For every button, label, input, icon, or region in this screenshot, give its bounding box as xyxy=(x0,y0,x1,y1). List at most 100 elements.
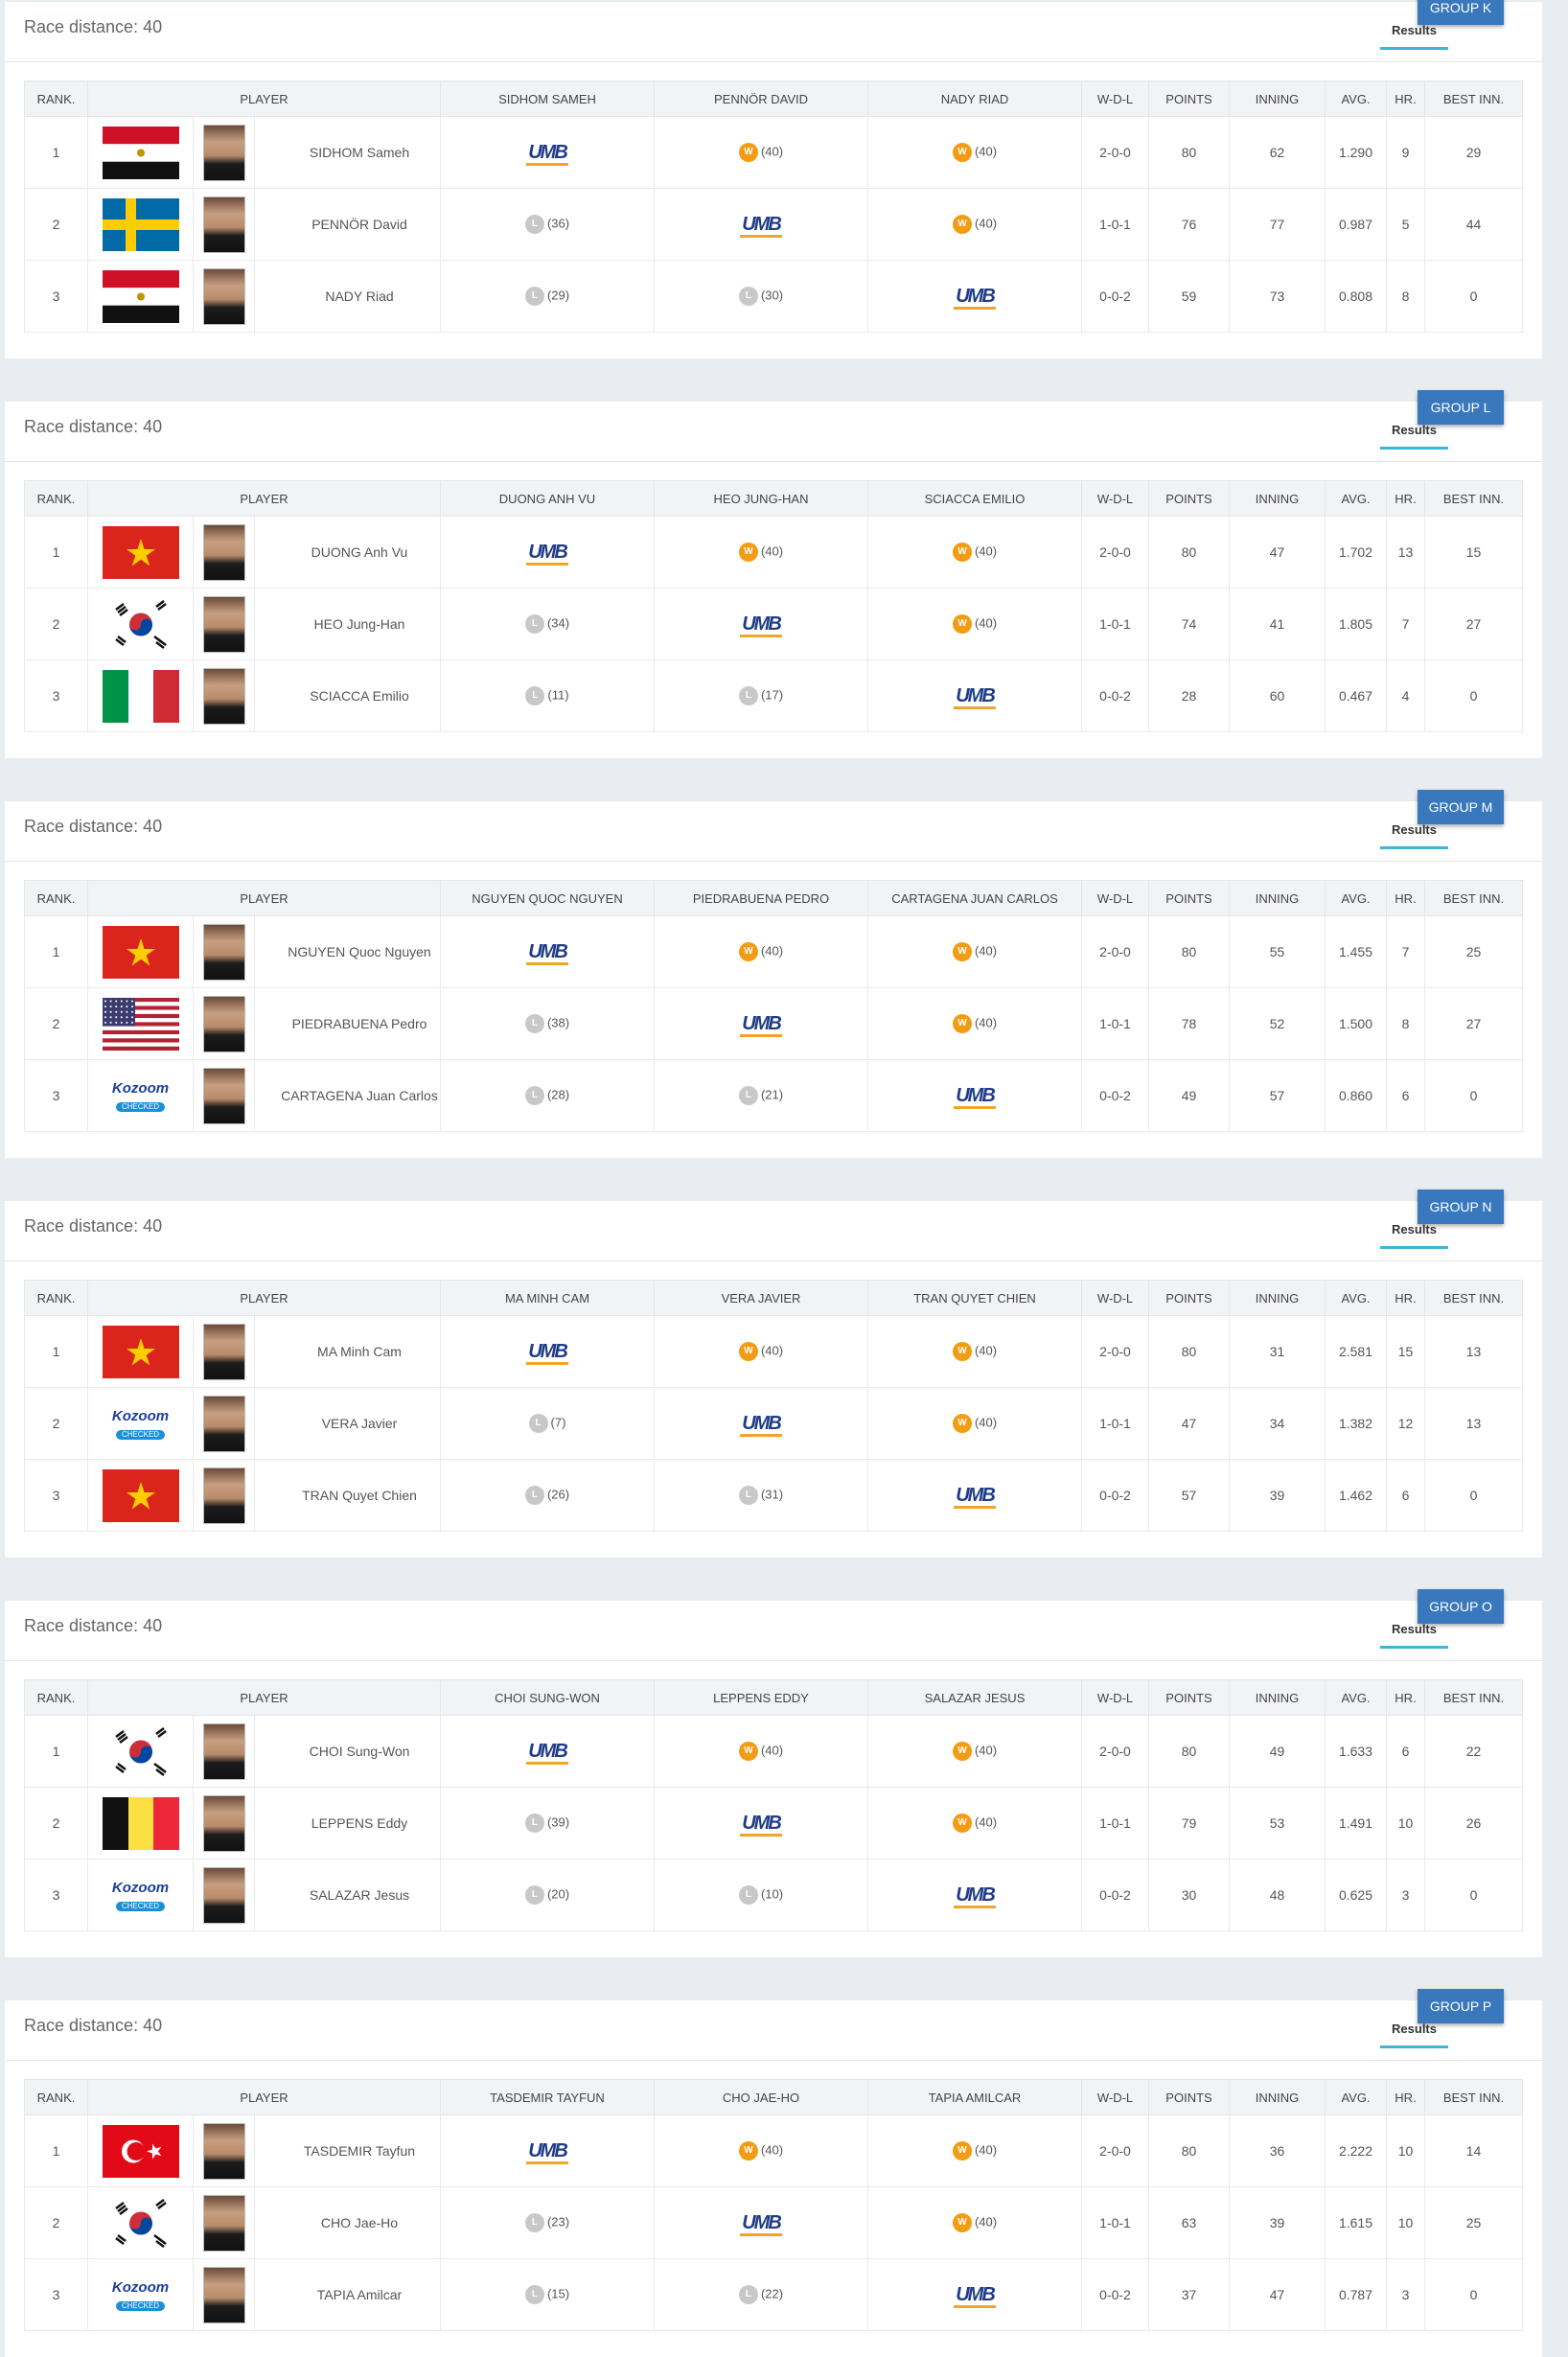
player-name-link[interactable]: VERA Javier xyxy=(254,1387,441,1460)
loss-badge-icon: L xyxy=(738,1086,758,1105)
standings-table: RANK. PLAYER SIDHOM SAMEH PENNÖR DAVID NADY … xyxy=(24,81,1523,333)
result-cell-3: W (40) xyxy=(867,1315,1082,1388)
wdl-cell: 2-0-0 xyxy=(1081,1715,1149,1788)
table-row: 2 LEPPENS Eddy L (39) UMB W (40) 1-0-1 79 53 1.491… xyxy=(24,1787,1523,1860)
col-inning: INNING xyxy=(1229,880,1326,916)
points-cell: 76 xyxy=(1148,188,1230,261)
match-score: (40) xyxy=(760,1743,784,1758)
rank-cell: 2 xyxy=(24,588,88,660)
inning-cell: 48 xyxy=(1229,1859,1326,1931)
inning-cell: 39 xyxy=(1229,2186,1326,2259)
player-name-link[interactable]: CARTAGENA Juan Carlos xyxy=(254,1059,441,1132)
win-badge-icon: W xyxy=(952,1342,972,1361)
group-card-4: Race distance: 40 Results GROUP O RANK. P… xyxy=(5,1589,1542,1957)
inning-cell: 77 xyxy=(1229,188,1326,261)
col-wdl: W-D-L xyxy=(1081,1280,1149,1316)
flag-cell xyxy=(87,516,194,589)
match-score: (40) xyxy=(760,943,784,959)
player-name-link[interactable]: TRAN Quyet Chien xyxy=(254,1459,441,1532)
match-score: (40) xyxy=(760,543,784,559)
group-button[interactable]: GROUP P xyxy=(1418,1989,1504,2023)
player-name-link[interactable]: TASDEMIR Tayfun xyxy=(254,2114,441,2187)
inning-cell: 57 xyxy=(1229,1059,1326,1132)
match-score: (40) xyxy=(974,1415,998,1430)
col-opponent-3: NADY RIAD xyxy=(867,81,1082,117)
match-score: (22) xyxy=(760,2286,784,2301)
points-cell: 80 xyxy=(1148,1715,1230,1788)
col-points: POINTS xyxy=(1148,2079,1230,2115)
group-card-0: Race distance: 40 Results GROUP K RANK. P… xyxy=(5,0,1542,358)
standings-table: RANK. PLAYER TASDEMIR TAYFUN CHO JAE-HO TAPI… xyxy=(24,2079,1523,2331)
player-name-link[interactable]: SCIACCA Emilio xyxy=(254,659,441,732)
col-avg: AVG. xyxy=(1325,1280,1387,1316)
win-badge-icon: W xyxy=(952,2141,972,2161)
inning-cell: 34 xyxy=(1229,1387,1326,1460)
player-photo xyxy=(202,1467,245,1524)
player-name-link[interactable]: CHO Jae-Ho xyxy=(254,2186,441,2259)
player-photo xyxy=(202,1866,245,1924)
col-rank: RANK. xyxy=(24,2079,88,2115)
hr-cell: 6 xyxy=(1386,1059,1425,1132)
player-name-link[interactable]: DUONG Anh Vu xyxy=(254,516,441,589)
player-name-link[interactable]: PIEDRABUENA Pedro xyxy=(254,987,441,1060)
hr-cell: 6 xyxy=(1386,1459,1425,1532)
avg-cell: 1.462 xyxy=(1325,1459,1387,1532)
player-name-link[interactable]: HEO Jung-Han xyxy=(254,588,441,660)
player-name-link[interactable]: CHOI Sung-Won xyxy=(254,1715,441,1788)
photo-cell xyxy=(193,1859,255,1931)
umb-logo-icon: UMB xyxy=(954,1484,996,1509)
result-cell-3: UMB xyxy=(867,659,1082,732)
vietnam-flag-icon xyxy=(102,925,179,979)
standings-table: RANK. PLAYER NGUYEN QUOC NGUYEN PIEDRABUENA… xyxy=(24,880,1523,1132)
loss-badge-icon: L xyxy=(738,686,758,705)
player-name-link[interactable]: NADY Riad xyxy=(254,260,441,333)
col-hr: HR. xyxy=(1386,2079,1425,2115)
divider xyxy=(5,861,1542,862)
player-name-link[interactable]: TAPIA Amilcar xyxy=(254,2258,441,2331)
kozoom-logo: Kozoom CHECKED xyxy=(111,1080,170,1112)
group-button[interactable]: GROUP M xyxy=(1418,790,1504,824)
win-badge-icon: W xyxy=(952,614,972,634)
player-name-link[interactable]: MA Minh Cam xyxy=(254,1315,441,1388)
result-cell-1: L (23) xyxy=(440,2186,655,2259)
col-best-inning: BEST INN. xyxy=(1424,81,1523,117)
usa-flag-icon xyxy=(102,997,179,1051)
table-row: 2 PIEDRABUENA Pedro L (38) UMB W (40) 1-0-1 78 52… xyxy=(24,987,1523,1060)
player-name-link[interactable]: PENNÖR David xyxy=(254,188,441,261)
group-button[interactable]: GROUP L xyxy=(1418,390,1504,425)
col-player: PLAYER xyxy=(87,1280,441,1316)
inning-cell: 47 xyxy=(1229,516,1326,589)
result-cell-2: UMB xyxy=(654,588,868,660)
match-score: (40) xyxy=(974,1814,998,1830)
match-score: (31) xyxy=(760,1487,784,1502)
table-row: 3 TRAN Quyet Chien L (26) L (31) UMB 0-0-2 57 39 1… xyxy=(24,1459,1523,1532)
flag-cell xyxy=(87,260,194,333)
player-name-link[interactable]: SALAZAR Jesus xyxy=(254,1859,441,1931)
photo-cell xyxy=(193,659,255,732)
inning-cell: 36 xyxy=(1229,2114,1326,2187)
best-inning-cell: 13 xyxy=(1424,1387,1523,1460)
group-button[interactable]: GROUP K xyxy=(1418,0,1504,25)
group-button[interactable]: GROUP N xyxy=(1418,1190,1504,1224)
best-inning-cell: 0 xyxy=(1424,659,1523,732)
group-card-3: Race distance: 40 Results GROUP N RANK. P… xyxy=(5,1190,1542,1558)
photo-cell xyxy=(193,987,255,1060)
col-inning: INNING xyxy=(1229,2079,1326,2115)
player-name-link[interactable]: LEPPENS Eddy xyxy=(254,1787,441,1860)
sweden-flag-icon xyxy=(102,197,179,251)
col-rank: RANK. xyxy=(24,1679,88,1716)
result-cell-3: UMB xyxy=(867,2258,1082,2331)
win-badge-icon: W xyxy=(952,143,972,162)
divider xyxy=(5,461,1542,462)
hr-cell: 8 xyxy=(1386,260,1425,333)
player-name-link[interactable]: SIDHOM Sameh xyxy=(254,116,441,189)
player-name-link[interactable]: NGUYEN Quoc Nguyen xyxy=(254,915,441,988)
flag-cell: Kozoom CHECKED xyxy=(87,1387,194,1460)
player-photo xyxy=(202,995,245,1052)
photo-cell xyxy=(193,2186,255,2259)
avg-cell: 0.625 xyxy=(1325,1859,1387,1931)
points-cell: 80 xyxy=(1148,1315,1230,1388)
result-cell-2: W (40) xyxy=(654,1715,868,1788)
egypt-flag-icon xyxy=(102,126,179,179)
group-button[interactable]: GROUP O xyxy=(1418,1589,1504,1624)
